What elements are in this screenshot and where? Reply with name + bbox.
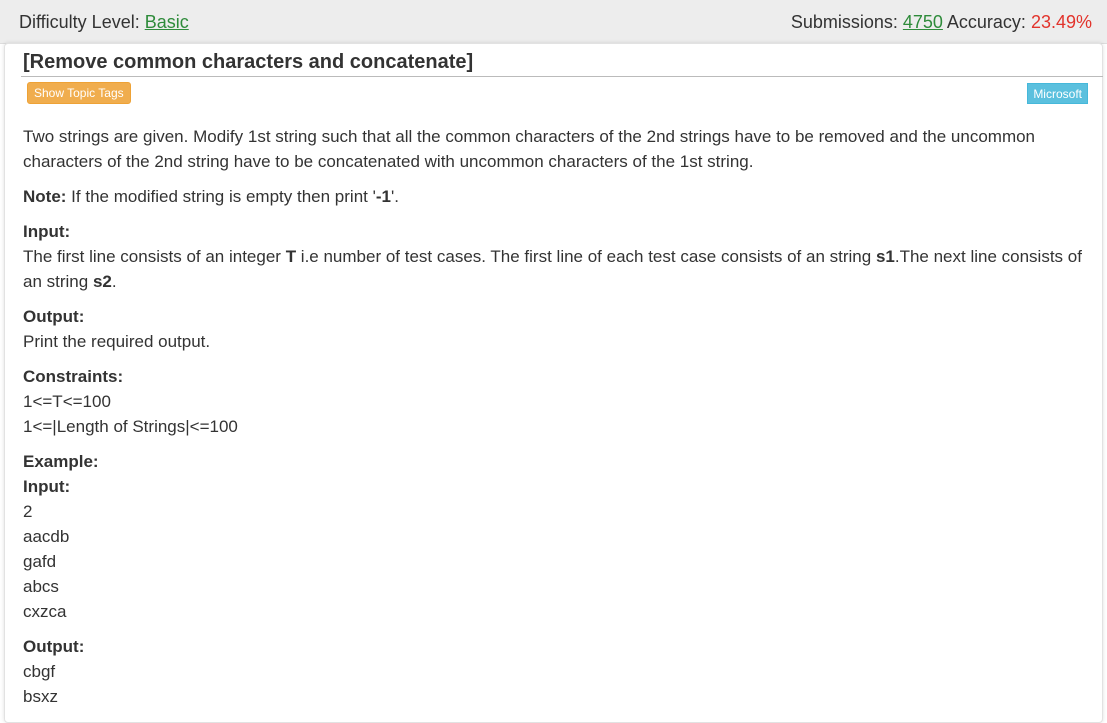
example-heading: Example: — [23, 452, 99, 471]
note-value: -1 — [375, 187, 391, 206]
submissions-link[interactable]: 4750 — [903, 12, 943, 32]
note-text: If the modified string is empty then pri… — [66, 187, 376, 206]
example-input-line: 2 — [23, 502, 33, 521]
difficulty-link[interactable]: Basic — [145, 12, 189, 32]
note-paragraph: Note: If the modified string is empty th… — [23, 184, 1083, 209]
constraint-line: 1<=T<=100 — [23, 392, 111, 411]
input-text-part: i.e number of test cases. The first line… — [296, 247, 876, 266]
problem-description: Two strings are given. Modify 1st string… — [23, 127, 1036, 171]
problem-content: Two strings are given. Modify 1st string… — [23, 124, 1083, 709]
note-label: Note: — [23, 187, 67, 206]
example-input-heading: Input: — [23, 477, 71, 496]
input-description: The first line consists of an integer T … — [23, 244, 1083, 294]
example-input-line: cxzca — [23, 602, 67, 621]
output-section: Output: — [23, 304, 1083, 329]
example-input-section: Input: — [23, 474, 1083, 499]
note-end: '. — [390, 187, 399, 206]
example-output-section: Output: — [23, 634, 1083, 659]
company-tag-microsoft[interactable]: Microsoft — [1027, 83, 1088, 104]
constraints-section: Constraints: — [23, 364, 1083, 389]
input-text-part: . — [111, 272, 117, 291]
input-section: Input: — [23, 219, 1083, 244]
show-topic-tags-button[interactable]: Show Topic Tags — [27, 82, 131, 104]
example-output-line: cbgf — [23, 662, 56, 681]
output-description: Print the required output. — [23, 332, 211, 351]
difficulty-info: Difficulty Level: Basic — [19, 12, 189, 33]
constraints-heading: Constraints: — [23, 367, 124, 386]
stats-info: Submissions: 4750 Accuracy: 23.49% — [791, 12, 1092, 33]
accuracy-value: 23.49% — [1030, 12, 1092, 32]
example-input-line: gafd — [23, 552, 57, 571]
input-var-t: T — [285, 247, 297, 266]
example-section: Example: — [23, 449, 1083, 474]
constraint-line: 1<=|Length of Strings|<=100 — [23, 417, 238, 436]
example-output-heading: Output: — [23, 637, 85, 656]
example-input-line: aacdb — [23, 527, 70, 546]
problem-title: [Remove common characters and concatenat… — [23, 51, 474, 73]
problem-panel: [Remove common characters and concatenat… — [4, 43, 1103, 723]
input-text-part: The first line consists of an integer — [23, 247, 286, 266]
accuracy-label: Accuracy: — [942, 12, 1031, 32]
difficulty-label: Difficulty Level: — [19, 12, 145, 32]
example-input-line: abcs — [23, 577, 59, 596]
input-var-s2: s2 — [92, 272, 112, 291]
submissions-label: Submissions: — [790, 12, 903, 32]
top-info-bar: Difficulty Level: Basic Submissions: 475… — [0, 0, 1107, 44]
input-heading: Input: — [23, 222, 71, 241]
title-divider — [21, 76, 1103, 77]
input-var-s1: s1 — [875, 247, 895, 266]
output-heading: Output: — [23, 307, 85, 326]
example-output-line: bsxz — [23, 687, 58, 706]
